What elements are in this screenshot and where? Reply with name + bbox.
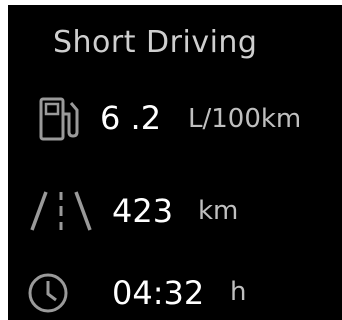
clock-icon: [28, 273, 68, 313]
driving-time-unit: h: [230, 277, 247, 307]
distance-row: 423 km: [8, 187, 342, 237]
driving-time-value: 04:32: [112, 274, 205, 312]
fuel-pump-icon: [39, 97, 79, 141]
fuel-consumption-row: 6 .2 L/100km: [8, 95, 342, 145]
page-title: Short Driving: [53, 25, 258, 60]
distance-unit: km: [198, 196, 239, 226]
fuel-consumption-unit: L/100km: [188, 104, 302, 134]
road-icon: [30, 191, 92, 231]
trip-computer-display: Short Driving 6 .2 L/100km 423 km 04:32 …: [8, 5, 342, 320]
distance-value: 423: [112, 192, 174, 230]
driving-time-row: 04:32 h: [8, 268, 342, 318]
fuel-consumption-value: 6 .2: [100, 99, 162, 137]
